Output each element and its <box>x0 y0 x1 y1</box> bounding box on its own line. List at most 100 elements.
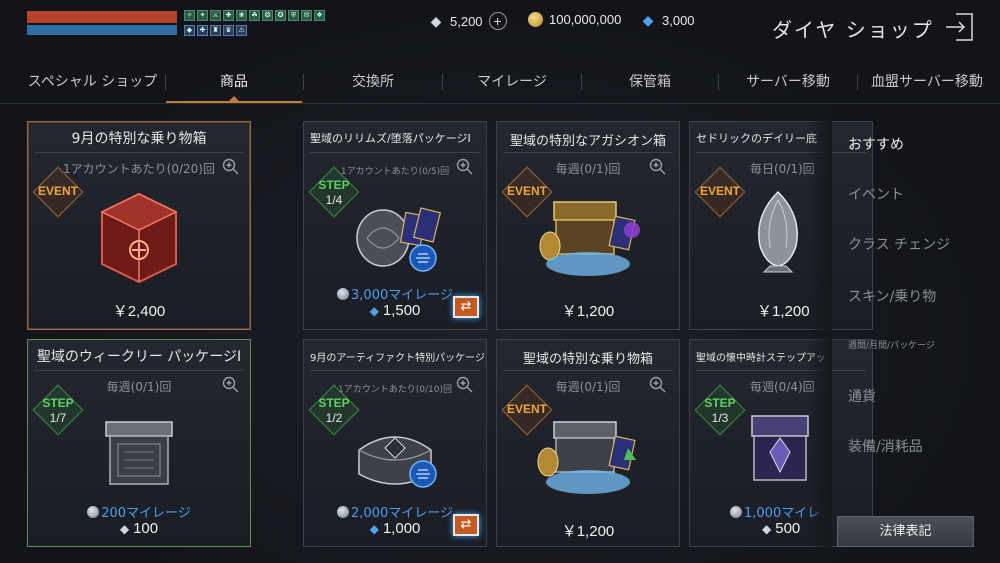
buff-icon[interactable]: ✦ <box>197 10 208 21</box>
event-badge-label: EVENT <box>699 184 740 198</box>
tab-products[interactable]: 商品 <box>166 64 302 100</box>
blue-diamond-icon: ◆ <box>369 522 379 536</box>
side-menu-skin-mount[interactable]: スキン/乗り物 <box>848 286 936 306</box>
buff-icon[interactable]: ✚ <box>223 10 234 21</box>
zoom-icon[interactable] <box>222 376 240 394</box>
side-menu-class-change[interactable]: クラス チェンジ <box>848 234 950 254</box>
step-progress: 1/3 <box>711 411 729 425</box>
buff-icon[interactable]: ♜ <box>210 25 221 36</box>
buff-icon[interactable]: ⚔ <box>210 10 221 21</box>
product-card[interactable]: 9月の特別な乗り物箱 1アカウントあたり(0/20)回 EVENT ￥2,400 <box>27 121 251 330</box>
tab-clan-server-transfer[interactable]: 血盟サーバー移動 <box>858 64 996 100</box>
card-title: 聖域の懐中時計ステップアッ <box>696 353 826 364</box>
card-title: セドリックのデイリー底 <box>696 132 817 145</box>
tab-exchange[interactable]: 交換所 <box>304 64 442 100</box>
zoom-icon[interactable] <box>649 376 667 394</box>
shop-screen: ✧ ✦ ⚔ ✚ ❀ ☘ ❂ ✪ ⛨ ✉ ❖ ◆ ✚ ♜ ♛ ⚠ ◆ 5,200 … <box>0 0 1000 563</box>
divider <box>696 370 866 371</box>
legal-notice-button[interactable]: 法律表記 <box>837 516 974 547</box>
divider <box>310 152 480 153</box>
price: ￥1,200 <box>561 303 615 320</box>
card-title: 聖域のウィークリー パッケージI <box>36 349 242 365</box>
currency-gold: 100,000,000 <box>528 12 621 27</box>
diamond-icon: ◆ <box>119 522 130 536</box>
add-diamond-button[interactable]: + <box>488 12 507 30</box>
price-value: 100 <box>133 520 159 537</box>
exit-icon <box>946 13 973 41</box>
zoom-icon[interactable] <box>456 376 474 394</box>
zoom-icon[interactable] <box>456 158 474 176</box>
product-card[interactable]: 9月のアーティファクト特別パッケージ(刻印) 1アカウントあたり(0/10)回 … <box>303 339 487 547</box>
buff-icon[interactable]: ✉ <box>301 10 312 21</box>
swap-currency-button[interactable]: ⇄ <box>453 296 479 318</box>
side-menu-equipment-consumables[interactable]: 装備/消耗品 <box>848 436 923 456</box>
step-progress: 1/7 <box>49 411 67 425</box>
product-card[interactable]: 聖域のウィークリー パッケージI 毎週(0/1)回 STEP 1/7 200マイ… <box>27 339 251 547</box>
currency-diamond: ◆ 5,200 + <box>428 12 507 30</box>
buff-icon[interactable]: ❀ <box>236 10 247 21</box>
mileage-icon <box>337 506 350 518</box>
mileage-label: 3,000マイレージ <box>351 288 453 303</box>
diamond-icon: ◆ <box>762 522 772 536</box>
buff-row-1: ✧ ✦ ⚔ ✚ ❀ ☘ ❂ ✪ ⛨ ✉ ❖ <box>184 10 325 21</box>
blue-diamond-icon: ◆ <box>369 304 379 318</box>
buff-icon[interactable]: ⛨ <box>288 10 299 21</box>
divider <box>34 370 244 371</box>
price: ￥1,200 <box>561 523 615 540</box>
swap-currency-button[interactable]: ⇄ <box>453 514 479 536</box>
buff-icon[interactable]: ✧ <box>184 10 195 21</box>
exit-button[interactable] <box>942 10 976 44</box>
mileage-label: 200マイレージ <box>101 506 191 521</box>
side-menu-recommended[interactable]: おすすめ <box>848 134 904 154</box>
mileage-icon <box>337 288 350 300</box>
step-badge-label: STEP <box>42 396 74 410</box>
divider <box>503 152 673 153</box>
product-card[interactable]: 聖域の特別なアガシオン箱 毎週(0/1)回 EVENT ￥1,200 <box>496 121 680 330</box>
buff-row-2: ◆ ✚ ♜ ♛ ⚠ <box>184 25 247 36</box>
zoom-icon[interactable] <box>222 158 240 176</box>
divider <box>310 370 480 371</box>
price-value: 1,000 <box>382 520 421 537</box>
mileage-icon <box>730 506 742 518</box>
step-badge-label: STEP <box>704 396 736 410</box>
buff-icon[interactable]: ❂ <box>262 10 273 21</box>
side-menu-currency[interactable]: 通貨 <box>848 386 876 406</box>
zoom-icon[interactable] <box>649 158 667 176</box>
divider <box>503 370 673 371</box>
buff-icon[interactable]: ◆ <box>184 25 195 36</box>
side-menu-weekly-monthly-package[interactable]: 週間/月間/パッケージ <box>848 338 935 351</box>
diamond-icon: ◆ <box>430 12 442 29</box>
blue-diamond-icon: ◆ <box>642 11 654 28</box>
buff-icon[interactable]: ✚ <box>197 25 208 36</box>
silver-chest-icon <box>105 421 173 485</box>
buff-icon[interactable]: ☘ <box>249 10 260 21</box>
side-menu-event[interactable]: イベント <box>848 184 904 204</box>
silver-urn-and-cards-icon <box>356 207 442 272</box>
card-title: 聖域のリリムズ/堕落パッケージI <box>310 132 471 145</box>
buff-icon[interactable]: ✪ <box>275 10 286 21</box>
tab-mileage[interactable]: マイレージ <box>443 64 581 100</box>
currency-blue-diamond: ◆ 3,000 <box>640 12 695 28</box>
divider <box>34 152 244 153</box>
price: ￥2,400 <box>112 303 166 320</box>
product-card[interactable]: 聖域のリリムズ/堕落パッケージI 1アカウントあたり(0/5)回 STEP 1/… <box>303 121 487 330</box>
buff-icon[interactable]: ♛ <box>223 25 234 36</box>
product-card[interactable]: セドリックのデイリー底 毎日(0/1)回 EVENT ￥1,200 <box>689 121 873 330</box>
artifact-chest-icon <box>358 436 437 488</box>
event-badge-label: EVENT <box>37 184 78 198</box>
buff-icon[interactable]: ❖ <box>314 10 325 21</box>
tab-storage[interactable]: 保管箱 <box>582 64 718 100</box>
mileage-amount: 200マイレージ <box>28 502 250 521</box>
buff-icon[interactable]: ⚠ <box>236 25 247 36</box>
tab-bar: スペシャル ショップ 商品 交換所 マイレージ 保管箱 サーバー移動 血盟サーバ… <box>0 64 1000 104</box>
tab-server-transfer[interactable]: サーバー移動 <box>719 64 857 100</box>
price: ◆ 100 <box>28 520 250 537</box>
product-card[interactable]: 聖域の特別な乗り物箱 毎週(0/1)回 EVENT ￥1,200 <box>496 339 680 547</box>
tab-special-shop[interactable]: スペシャル ショップ <box>20 64 165 100</box>
card-title: 聖域の特別なアガシオン箱 <box>509 134 666 149</box>
active-tab-caret <box>229 96 239 101</box>
agathion-treasure-chest-icon <box>539 201 640 276</box>
card-title: 9月の特別な乗り物箱 <box>71 131 207 147</box>
card-title: 聖域の特別な乗り物箱 <box>522 352 653 367</box>
mp-bar <box>27 25 177 35</box>
